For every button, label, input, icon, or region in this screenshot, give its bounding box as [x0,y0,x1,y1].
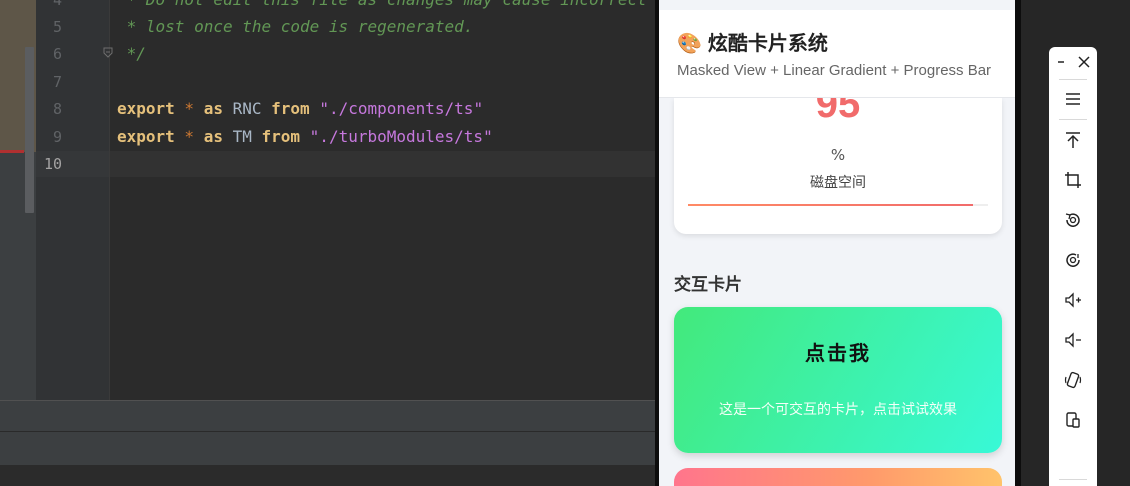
disk-progress-card: 95 % 磁盘空间 [674,98,1002,234]
device-frame: 95 % 磁盘空间 🎨 炫酷卡片系统 Masked View + Linear G… [655,0,1021,486]
close-icon[interactable] [1071,47,1097,77]
volume-down-icon[interactable] [1049,325,1097,355]
code-editor[interactable]: 4 5 6 7 8 9 10 * Do not edit this file a… [0,0,655,486]
next-gradient-card[interactable] [674,468,1002,486]
multi-device-icon[interactable] [1049,405,1097,435]
pin-top-icon[interactable] [1049,125,1097,155]
interactive-card[interactable]: 点击我 这是一个可交互的卡片，点击试试效果 [674,307,1002,453]
device-screen[interactable]: 95 % 磁盘空间 🎨 炫酷卡片系统 Masked View + Linear G… [659,0,1015,486]
line-number: 4 [52,0,62,9]
device-status-bar [659,0,1015,10]
app-title-text: 炫酷卡片系统 [707,31,828,55]
editor-error-marker [0,150,24,153]
app-subtitle: Masked View + Linear Gradient + Progress… [677,62,992,79]
line-number: 7 [52,73,62,91]
crop-icon[interactable] [1049,165,1097,195]
app-title: 🎨 炫酷卡片系统 [677,27,828,56]
disk-unit: % [830,146,846,164]
minimize-icon[interactable] [1049,47,1073,77]
code-line[interactable]: * lost once the code is regenerated. [117,14,474,40]
fold-icon[interactable] [103,47,113,58]
status-bar [0,465,655,486]
editor-scrollbar-thumb[interactable] [25,47,34,213]
interactive-card-title: 点击我 [805,341,871,365]
disk-progress-bar [688,204,988,206]
rotate-icon[interactable] [1049,205,1097,235]
toolbar-divider [1059,119,1087,120]
current-line-highlight [110,151,655,177]
line-number: 9 [52,128,62,146]
shake-icon[interactable] [1049,365,1097,395]
tool-window-bar [0,431,655,466]
section-title: 交互卡片 [674,275,742,295]
disk-label: 磁盘空间 [810,175,866,191]
menu-icon[interactable] [1049,84,1097,114]
code-line[interactable]: * Do not edit this file as changes may c… [117,0,647,13]
code-line[interactable]: export * as TM from "./turboModules/ts" [117,124,493,150]
app-header: 🎨 炫酷卡片系统 Masked View + Linear Gradient + … [659,10,1015,98]
line-number: 5 [52,18,62,36]
emulator-toolbar [1049,47,1097,486]
code-line[interactable]: export * as RNC from "./components/ts" [117,96,483,122]
toolbar-divider [1059,79,1087,80]
line-number-current: 10 [43,155,62,173]
gutter-separator [109,0,110,400]
toolbar-divider [1059,479,1087,480]
code-line[interactable]: */ [117,41,146,67]
disk-value: 95 [815,98,861,126]
disk-progress-fill [688,204,973,206]
interactive-card-description: 这是一个可交互的卡片，点击试试效果 [719,402,957,418]
palette-icon: 🎨 [677,31,702,55]
volume-up-icon[interactable] [1049,285,1097,315]
line-number: 8 [52,100,62,118]
editor-status-area [0,400,655,432]
line-number: 6 [52,45,62,63]
screenshot-icon[interactable] [1049,245,1097,275]
